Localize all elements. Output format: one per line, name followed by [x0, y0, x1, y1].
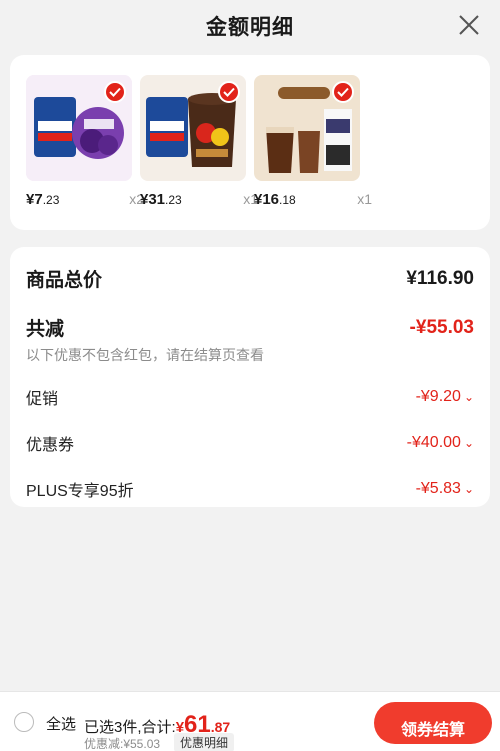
select-all-radio[interactable]: [14, 712, 34, 732]
total-label: 商品总价: [26, 270, 103, 291]
coupon-value: -¥40.00 ⌄: [406, 434, 474, 451]
discount-detail-button[interactable]: 优惠明细: [174, 733, 235, 751]
select-all-label[interactable]: 全选: [46, 713, 76, 734]
checked-icon[interactable]: [332, 81, 354, 103]
checked-icon[interactable]: [218, 81, 240, 103]
product-item[interactable]: ¥16.18 x1: [254, 75, 372, 208]
coupon-row[interactable]: 优惠券 -¥40.00 ⌄: [26, 431, 474, 455]
product-price: ¥31.23: [140, 191, 182, 208]
product-item[interactable]: ¥31.23 x1: [140, 75, 258, 208]
jelly-product-image: [26, 75, 132, 181]
discount-note: 以下优惠不包含红包，请在结算页查看: [26, 347, 264, 363]
product-price: ¥16.18: [254, 191, 296, 208]
page-title: 金额明细: [206, 16, 294, 39]
plus-discount-label: PLUS专享95折: [26, 483, 134, 500]
product-list: ¥7.23 x2 ¥31.23 x1 ¥16.18 x1: [10, 55, 490, 230]
discount-total: 优惠减:¥55.03: [84, 737, 161, 751]
product-price: ¥7.23: [26, 191, 60, 208]
plus-discount-row[interactable]: PLUS专享95折 -¥5.83 ⌄: [26, 477, 474, 501]
total-value: ¥116.90: [406, 267, 474, 289]
reduction-label: 共减: [26, 319, 65, 340]
checkout-button[interactable]: 领券结算: [374, 702, 492, 744]
reduction-value: -¥55.03: [409, 316, 474, 338]
plus-discount-value: -¥5.83 ⌄: [415, 480, 474, 497]
chevron-down-icon: ⌄: [463, 482, 474, 496]
header: 金额明细: [0, 0, 500, 52]
product-item[interactable]: ¥7.23 x2: [26, 75, 144, 208]
checkout-bar: 全选 已选3件,合计:¥61.87 优惠减:¥55.03 优惠明细 领券结算: [0, 691, 500, 751]
total-row: 商品总价 ¥116.90: [26, 265, 474, 292]
product-quantity: x1: [357, 191, 372, 207]
close-icon[interactable]: [456, 12, 482, 38]
reduction-row: 共减 -¥55.03: [26, 314, 474, 341]
coupon-label: 优惠券: [26, 437, 75, 454]
chevron-down-icon: ⌄: [463, 436, 474, 450]
promotion-value: -¥9.20 ⌄: [415, 388, 474, 405]
checked-icon[interactable]: [104, 81, 126, 103]
chevron-down-icon: ⌄: [463, 390, 474, 404]
chocolate-product-image: [140, 75, 246, 181]
promotion-label: 促销: [26, 391, 59, 408]
coffee-product-image: [254, 75, 360, 181]
promotion-row[interactable]: 促销 -¥9.20 ⌄: [26, 385, 474, 409]
price-summary: 商品总价 ¥116.90 共减 -¥55.03 以下优惠不包含红包，请在结算页查…: [10, 247, 490, 507]
